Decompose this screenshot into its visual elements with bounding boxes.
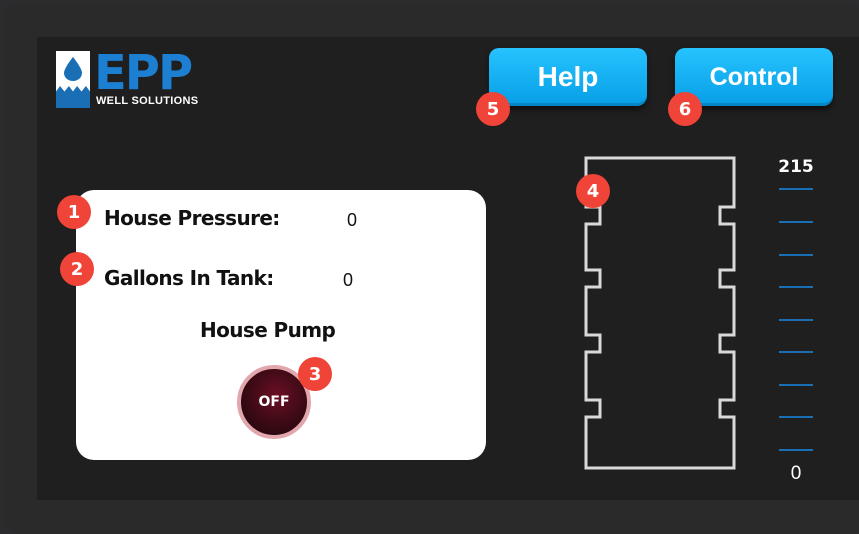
logo-main-text: EPP [94, 45, 193, 101]
epp-logo: EPP WELL SOLUTIONS [56, 45, 216, 111]
scale-max-label: 215 [778, 157, 814, 177]
house-pressure-value: 0 [347, 210, 358, 230]
marker-badge-5: 5 [476, 92, 510, 126]
scale-min-label: 0 [790, 463, 802, 484]
scale-tick [779, 384, 813, 386]
gallons-in-tank-value: 0 [343, 270, 354, 290]
tank-level-scale: 215 0 [776, 155, 821, 485]
marker-badge-6: 6 [668, 92, 702, 126]
marker-badge-1: 1 [57, 195, 91, 229]
scale-tick [779, 319, 813, 321]
tank-outline [584, 156, 736, 470]
marker-badge-4: 4 [576, 174, 610, 208]
scale-tick [779, 449, 813, 451]
scale-tick [779, 416, 813, 418]
marker-badge-3: 3 [298, 357, 332, 391]
house-pump-title: House Pump [200, 318, 336, 342]
gallons-in-tank-label: Gallons In Tank: [104, 266, 274, 290]
scale-tick [779, 254, 813, 256]
scale-tick [779, 221, 813, 223]
control-button[interactable]: Control [675, 48, 833, 106]
house-pressure-label: House Pressure: [104, 206, 280, 230]
water-drop-icon [56, 51, 90, 108]
scale-tick [779, 286, 813, 288]
help-button[interactable]: Help [489, 48, 647, 106]
marker-badge-2: 2 [60, 252, 94, 286]
scale-tick [779, 188, 813, 190]
logo-sub-text: WELL SOLUTIONS [96, 95, 199, 107]
scale-tick [779, 351, 813, 353]
